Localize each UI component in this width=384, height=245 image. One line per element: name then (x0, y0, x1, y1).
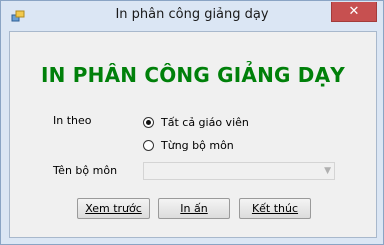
print-button[interactable]: In ấn (158, 198, 230, 219)
close-button[interactable]: ✕ (331, 2, 377, 22)
department-combo[interactable]: ▼ (143, 162, 335, 180)
preview-button[interactable]: Xem trước (77, 198, 150, 219)
radio-dept-label: Từng bộ môn (161, 139, 234, 152)
radio-unchecked-icon (143, 140, 154, 151)
radio-all-label: Tất cả giáo viên (161, 116, 249, 129)
window-title: In phân công giảng dạy (115, 7, 269, 22)
ten-bo-mon-label: Tên bộ môn (53, 164, 118, 177)
radio-all-teachers[interactable]: Tất cả giáo viên (143, 116, 249, 129)
title-bar[interactable]: In phân công giảng dạy ✕ (1, 1, 383, 31)
exit-button[interactable]: Kết thúc (239, 198, 311, 219)
radio-by-department[interactable]: Từng bộ môn (143, 139, 234, 152)
form-body: IN PHÂN CÔNG GIẢNG DẠY In theo Tất cả gi… (9, 31, 377, 238)
radio-checked-icon (143, 117, 154, 128)
chevron-down-icon: ▼ (324, 166, 331, 176)
form-heading: IN PHÂN CÔNG GIẢNG DẠY (41, 63, 345, 87)
close-icon: ✕ (348, 4, 360, 19)
dialog-window: In phân công giảng dạy ✕ IN PHÂN CÔNG GI… (0, 0, 384, 245)
in-theo-label: In theo (53, 114, 92, 127)
